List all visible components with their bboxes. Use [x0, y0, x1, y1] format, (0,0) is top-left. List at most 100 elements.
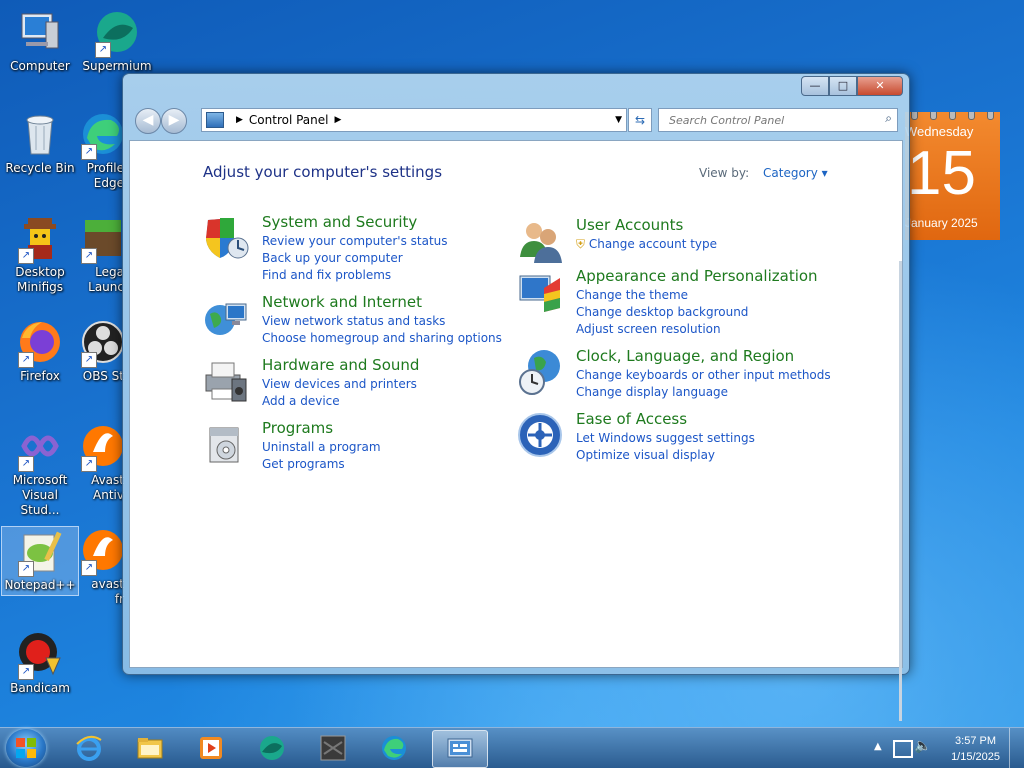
desktop-icon-minifigs[interactable]: ↗ Desktop Minifigs [2, 214, 78, 295]
desktop-icon-label: Computer [10, 59, 70, 73]
desktop-icon-supermium[interactable]: ↗ Supermium [79, 8, 155, 74]
desktop-icon-visual-studio[interactable]: ↗ Microsoft Visual Stud... [2, 422, 78, 518]
scrollbar[interactable] [899, 261, 902, 721]
link-add-device[interactable]: Add a device [262, 393, 417, 410]
taskbar-media-player[interactable] [184, 730, 238, 766]
minimize-button[interactable]: — [801, 76, 829, 96]
category-links: Change keyboards or other input methods … [576, 367, 831, 401]
taskbar-clock[interactable]: 3:57 PM 1/15/2025 [951, 733, 1000, 765]
close-button[interactable]: ✕ [857, 76, 903, 96]
category-title[interactable]: Appearance and Personalization [576, 267, 818, 285]
shortcut-arrow-icon: ↗ [81, 456, 97, 472]
link-label: Change account type [588, 237, 718, 251]
breadcrumb-chevron-icon[interactable]: ▶ [236, 115, 243, 125]
shortcut-arrow-icon: ↗ [81, 352, 97, 368]
desktop-icon-firefox[interactable]: ↗ Firefox [2, 318, 78, 384]
link-screen-resolution[interactable]: Adjust screen resolution [576, 321, 748, 338]
link-change-keyboards[interactable]: Change keyboards or other input methods [576, 367, 831, 384]
desktop-icon-lego-launcher[interactable]: ↗ Lega Launc [79, 214, 124, 295]
category-links: Change the theme Change desktop backgrou… [576, 287, 748, 338]
link-find-fix[interactable]: Find and fix problems [262, 267, 448, 284]
notepad-plus-plus-icon: ↗ [16, 527, 64, 577]
link-change-theme[interactable]: Change the theme [576, 287, 748, 304]
link-uninstall[interactable]: Uninstall a program [262, 439, 381, 456]
link-desktop-background[interactable]: Change desktop background [576, 304, 748, 321]
link-display-language[interactable]: Change display language [576, 384, 831, 401]
desktop-icon-notepad-plus-plus[interactable]: ↗ Notepad++ [1, 526, 79, 596]
control-panel-icon [206, 112, 224, 128]
clock-time: 3:57 PM [955, 735, 997, 747]
address-bar[interactable]: ▶ Control Panel ▶ ▼ [201, 108, 627, 132]
view-by-dropdown[interactable]: Category ▾ [763, 166, 828, 180]
breadcrumb-control-panel[interactable]: Control Panel [249, 113, 329, 127]
taskbar-control-panel[interactable] [432, 730, 488, 768]
firefox-icon: ↗ [16, 318, 64, 368]
taskbar-edge[interactable] [367, 730, 421, 766]
link-devices-printers[interactable]: View devices and printers [262, 376, 417, 393]
volume-icon[interactable]: 🔈 [914, 738, 931, 754]
search-box[interactable]: ⌕ [658, 108, 898, 132]
category-links: ⛨ Change account type [576, 236, 717, 253]
taskbar-file-explorer[interactable] [123, 730, 177, 766]
taskbar-internet-explorer[interactable] [62, 730, 116, 766]
maximize-button[interactable]: □ [829, 76, 857, 96]
refresh-button[interactable]: ⇆ [628, 108, 652, 132]
link-optimize-visual[interactable]: Optimize visual display [576, 447, 755, 464]
view-by-label: View by: [699, 166, 750, 180]
control-panel-window[interactable]: — □ ✕ ◀ ▶ ▶ Control Panel ▶ ▼ ⇆ ⌕ Adjust… [122, 73, 910, 721]
back-button[interactable]: ◀ [135, 108, 161, 134]
category-links: Review your computer's status Back up yo… [262, 233, 448, 284]
shield-icon[interactable] [202, 214, 250, 262]
desktop-icon-obs[interactable]: ↗ OBS St [79, 318, 124, 384]
calendar-rings [905, 112, 1000, 120]
link-back-up[interactable]: Back up your computer [262, 250, 448, 267]
desktop-icon-bandicam[interactable]: ↗ Bandicam [2, 630, 78, 696]
link-suggest-settings[interactable]: Let Windows suggest settings [576, 430, 755, 447]
link-get-programs[interactable]: Get programs [262, 456, 381, 473]
category-title[interactable]: Clock, Language, and Region [576, 347, 794, 365]
control-panel-content: Adjust your computer's settings View by:… [129, 140, 903, 721]
search-input[interactable] [667, 112, 881, 128]
printer-icon[interactable] [202, 357, 250, 405]
programs-icon[interactable] [202, 420, 250, 468]
clock-globe-icon[interactable] [516, 348, 564, 396]
address-dropdown-icon[interactable]: ▼ [615, 115, 622, 125]
desktop-icon-avast-free[interactable]: ↗ avast fr [79, 526, 124, 607]
category-title[interactable]: Hardware and Sound [262, 356, 419, 374]
desktop-icon-avast-antivirus[interactable]: ↗ Avast Antiv [79, 422, 124, 503]
link-change-account-type[interactable]: ⛨ Change account type [576, 236, 717, 253]
network-icon[interactable] [893, 740, 913, 758]
link-homegroup[interactable]: Choose homegroup and sharing options [262, 330, 502, 347]
desktop-icon-recycle-bin[interactable]: Recycle Bin [2, 110, 78, 176]
desktop-icon-profile-edge[interactable]: ↗ Profile Edge [79, 110, 124, 191]
supermium-icon [260, 736, 284, 760]
category-title[interactable]: User Accounts [576, 216, 683, 234]
breadcrumb-chevron-icon[interactable]: ▶ [335, 115, 342, 125]
network-globe-icon[interactable] [202, 294, 250, 342]
ease-of-access-icon[interactable] [516, 411, 564, 459]
media-player-icon [200, 737, 222, 759]
link-review-status[interactable]: Review your computer's status [262, 233, 448, 250]
show-hidden-icons-icon[interactable]: ▲ [874, 741, 882, 752]
category-title[interactable]: Programs [262, 419, 333, 437]
link-network-status[interactable]: View network status and tasks [262, 313, 502, 330]
desktop-icon-label: Bandicam [10, 681, 70, 695]
appearance-icon[interactable] [516, 268, 564, 316]
forward-button[interactable]: ▶ [161, 108, 187, 134]
winamp-icon [320, 735, 346, 761]
taskbar-supermium[interactable] [245, 730, 299, 766]
user-accounts-icon[interactable] [516, 217, 564, 265]
windows-logo-icon [16, 738, 36, 758]
category-title[interactable]: Network and Internet [262, 293, 422, 311]
category-title[interactable]: System and Security [262, 213, 417, 231]
calendar-gadget[interactable]: Wednesday 15 January 2025 [905, 112, 1000, 240]
taskbar-winamp[interactable] [306, 730, 360, 766]
category-title[interactable]: Ease of Access [576, 410, 687, 428]
category-links: Let Windows suggest settings Optimize vi… [576, 430, 755, 464]
show-desktop-button[interactable] [1009, 728, 1024, 768]
shortcut-arrow-icon: ↗ [95, 42, 111, 58]
start-button[interactable] [6, 729, 46, 767]
search-icon[interactable]: ⌕ [885, 111, 892, 126]
desktop-icon-computer[interactable]: Computer [2, 8, 78, 74]
visual-studio-icon: ↗ [16, 422, 64, 472]
